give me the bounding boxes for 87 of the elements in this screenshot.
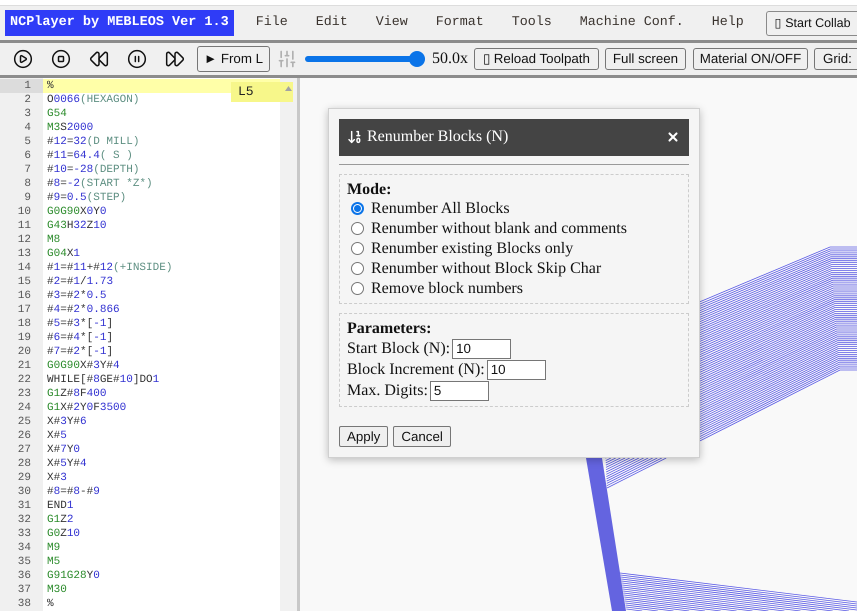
line-number: 3	[24, 107, 31, 121]
sort-numeric-icon	[347, 129, 363, 146]
field-label: Start Block (N):	[347, 338, 450, 359]
radio-label[interactable]: Renumber existing Blocks only	[371, 238, 574, 259]
menu-item[interactable]: File	[242, 11, 302, 35]
toolpath-canvas[interactable]	[300, 78, 857, 611]
line-number: 29	[18, 471, 31, 485]
scrollbar[interactable]	[280, 78, 297, 611]
play-icon[interactable]	[13, 49, 33, 69]
group-heading: Mode:	[347, 180, 392, 199]
slider-thumb[interactable]	[409, 51, 425, 67]
toolbar-button[interactable]: Grid:	[814, 48, 857, 70]
line-number: 33	[18, 527, 31, 541]
line-number: 37	[18, 583, 31, 597]
menu-item[interactable]: View	[362, 11, 422, 35]
field-label: Block Increment (N):	[347, 360, 485, 380]
line-number: 7	[24, 163, 31, 177]
dialog-button[interactable]: Cancel	[393, 426, 451, 447]
line-number: 38	[18, 597, 31, 611]
close-icon[interactable]	[666, 130, 680, 144]
line-number: 17	[18, 303, 31, 317]
line-number: 31	[18, 499, 31, 513]
line-number: 26	[18, 429, 31, 443]
menu-item[interactable]: Machine Conf.	[566, 11, 698, 35]
radio-label[interactable]: Renumber without Block Skip Char	[371, 258, 602, 279]
input-field[interactable]: 10	[486, 360, 546, 380]
sliders-icon[interactable]	[277, 49, 297, 69]
toolbar-button[interactable]: Full screen	[605, 48, 686, 70]
line-number: 24	[18, 401, 31, 415]
line-tooltip: L5	[231, 82, 293, 102]
line-number: 30	[18, 485, 31, 499]
dialog-button[interactable]: Apply	[339, 426, 388, 447]
radio-label[interactable]: Renumber All Blocks	[371, 198, 510, 219]
radio-button[interactable]	[351, 202, 364, 216]
dialog-title: Renumber Blocks (N)	[367, 127, 508, 148]
line-number: 10	[18, 205, 31, 219]
line-number: 2	[24, 93, 31, 107]
line-number: 18	[18, 317, 31, 331]
line-number: 19	[18, 331, 31, 345]
from-line-button[interactable]: ► From L	[197, 46, 270, 72]
app-logo: NCPlayer by MEBLEOS Ver 1.3	[5, 10, 234, 36]
line-number: 32	[18, 513, 31, 527]
radio-button[interactable]	[351, 282, 364, 296]
rewind-icon[interactable]	[89, 49, 109, 69]
radio-button[interactable]	[351, 262, 364, 276]
speed-slider[interactable]	[305, 51, 425, 67]
menu-item[interactable]: Edit	[302, 11, 362, 35]
input-field[interactable]: 5	[430, 380, 489, 401]
toolbar-button[interactable]: ▯ Reload Toolpath	[474, 48, 599, 70]
line-number: 23	[18, 387, 31, 401]
menu-item[interactable]: Help	[698, 11, 758, 35]
radio-label[interactable]: Remove block numbers	[371, 278, 523, 299]
line-number: 35	[18, 555, 31, 569]
line-number: 9	[24, 191, 31, 205]
start-collab-button[interactable]: ▯ Start Collab	[766, 10, 857, 36]
pause-icon[interactable]	[127, 49, 147, 69]
line-number: 21	[18, 359, 31, 373]
input-field[interactable]: 10	[452, 338, 512, 359]
line-number: 11	[18, 219, 31, 233]
group-heading: Parameters:	[347, 320, 432, 338]
line-number: 28	[18, 457, 31, 471]
speed-reading: 50.0x	[432, 49, 468, 69]
line-number: 14	[18, 261, 31, 275]
line-number: 36	[18, 569, 31, 583]
menu-item[interactable]: Tools	[498, 11, 566, 35]
line-number: 27	[18, 443, 31, 457]
line-number: 13	[18, 247, 31, 261]
line-number: 5	[24, 135, 31, 149]
line-number: 6	[24, 149, 31, 163]
line-number: 25	[18, 415, 31, 429]
radio-button[interactable]	[351, 242, 364, 256]
line-number: 4	[24, 121, 31, 135]
line-number: 16	[18, 289, 31, 303]
line-number: 20	[18, 345, 31, 359]
line-number: 12	[18, 233, 31, 247]
line-number: 22	[18, 373, 31, 387]
line-number: 15	[18, 275, 31, 289]
fast-forward-icon[interactable]	[165, 49, 185, 69]
menu-item[interactable]: Format	[422, 11, 498, 35]
stop-icon[interactable]	[51, 49, 71, 69]
line-number: 34	[18, 541, 31, 555]
line-number: 1	[24, 79, 31, 93]
radio-label[interactable]: Renumber without blank and comments	[371, 218, 627, 239]
radio-button[interactable]	[351, 222, 364, 236]
field-label: Max. Digits:	[347, 380, 428, 401]
line-number: 8	[24, 177, 31, 191]
toolbar-button[interactable]: Material ON/OFF	[693, 48, 808, 70]
